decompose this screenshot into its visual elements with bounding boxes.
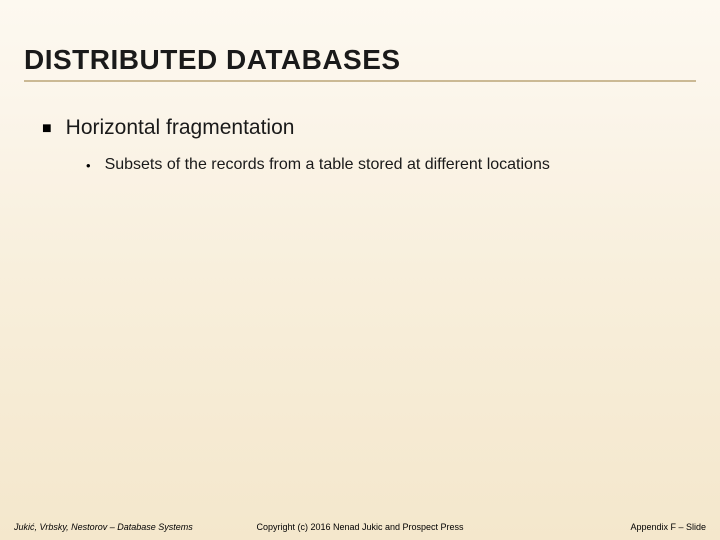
square-bullet-icon: ■ [42, 116, 52, 142]
bullet-l2-text: Subsets of the records from a table stor… [105, 156, 550, 174]
slide-title: DISTRIBUTED DATABASES [24, 44, 696, 80]
slide-footer: Jukić, Vrbsky, Nestorov – Database Syste… [0, 522, 720, 532]
footer-copyright: Copyright (c) 2016 Nenad Jukic and Prosp… [256, 522, 463, 532]
bullet-level-2: • Subsets of the records from a table st… [86, 156, 696, 176]
bullet-level-1: ■ Horizontal fragmentation [42, 116, 696, 142]
slide: DISTRIBUTED DATABASES ■ Horizontal fragm… [0, 0, 720, 540]
slide-body: ■ Horizontal fragmentation • Subsets of … [0, 82, 720, 176]
footer-slide-ref: Appendix F – Slide [630, 522, 706, 532]
footer-authors: Jukić, Vrbsky, Nestorov – Database Syste… [14, 522, 193, 532]
bullet-l1-text: Horizontal fragmentation [66, 116, 295, 140]
dot-bullet-icon: • [86, 156, 91, 176]
title-area: DISTRIBUTED DATABASES [0, 0, 720, 82]
